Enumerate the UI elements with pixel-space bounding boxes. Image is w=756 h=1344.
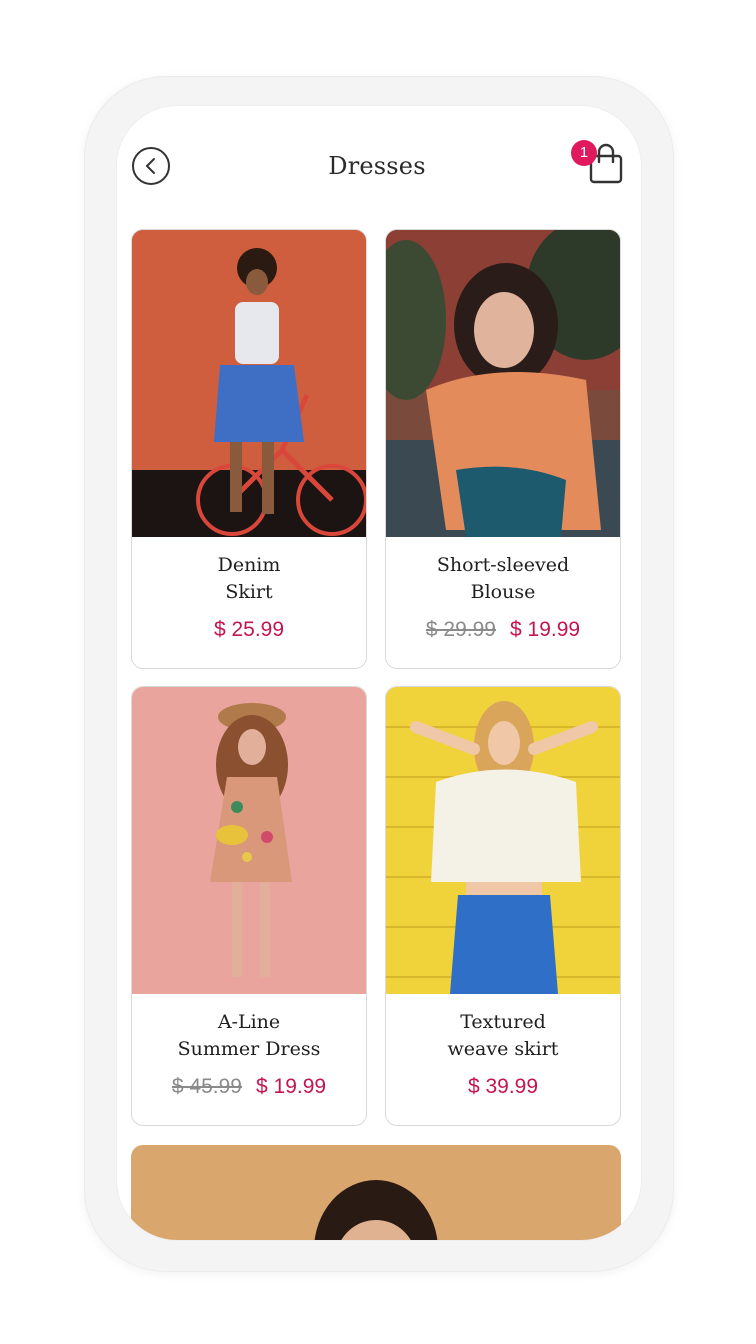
product-prices: $ 25.99 xyxy=(132,618,366,642)
product-name: Textured weave skirt xyxy=(447,1011,559,1060)
product-card-short-sleeved-blouse[interactable]: Short-sleeved Blouse $ 29.99 $ 19.99 xyxy=(385,229,621,669)
product-card-a-line-summer-dress[interactable]: A-Line Summer Dress $ 45.99 $ 19.99 xyxy=(131,686,367,1126)
phone-screen: Dresses 1 Denim Skirt $ 25.99 Short-slee… xyxy=(117,106,641,1240)
top-bar: Dresses 1 xyxy=(117,106,641,224)
product-prices: $ 29.99 $ 19.99 xyxy=(386,618,620,642)
product-image xyxy=(132,230,366,537)
page-title: Dresses xyxy=(328,152,426,180)
product-image xyxy=(386,230,620,537)
product-price: $ 19.99 xyxy=(256,1075,327,1098)
product-name: A-Line Summer Dress xyxy=(177,1011,321,1060)
product-old-price: $ 29.99 xyxy=(425,618,496,641)
product-card-denim-skirt[interactable]: Denim Skirt $ 25.99 xyxy=(131,229,367,669)
product-name: Short-sleeved Blouse xyxy=(436,554,570,603)
product-image xyxy=(386,687,620,994)
product-prices: $ 45.99 $ 19.99 xyxy=(132,1075,366,1099)
product-price: $ 19.99 xyxy=(510,618,581,641)
product-name: Denim Skirt xyxy=(217,554,281,603)
product-old-price: $ 45.99 xyxy=(171,1075,242,1098)
product-card-textured-weave-skirt[interactable]: Textured weave skirt $ 39.99 xyxy=(385,686,621,1126)
product-image xyxy=(131,1145,621,1240)
product-price: $ 39.99 xyxy=(467,1075,539,1098)
product-price: $ 25.99 xyxy=(213,618,285,641)
product-card-partial[interactable] xyxy=(131,1145,621,1240)
product-prices: $ 39.99 xyxy=(386,1075,620,1099)
product-image xyxy=(132,687,366,994)
cart-count-badge: 1 xyxy=(571,140,597,166)
